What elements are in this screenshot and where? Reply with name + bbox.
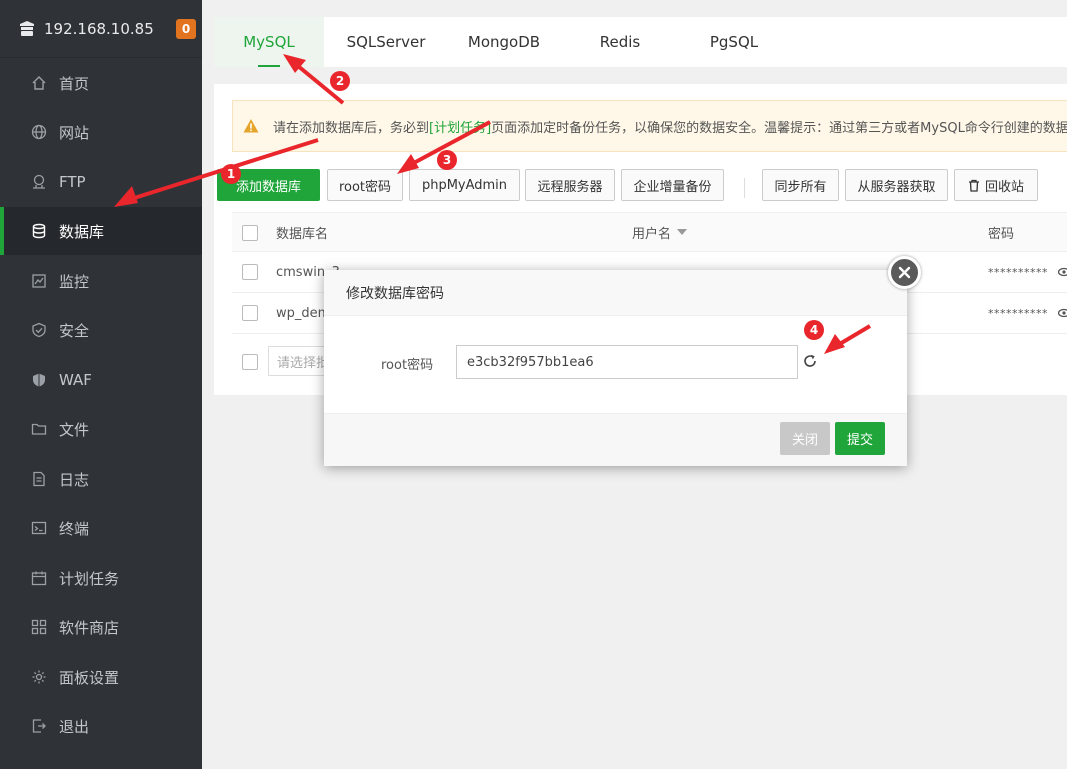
sidebar-item-security[interactable]: 安全 [0,306,202,354]
submit-button[interactable]: 提交 [835,422,885,455]
row-checkbox[interactable] [242,305,258,321]
tab-sqlserver[interactable]: SQLServer [336,17,436,67]
calendar-icon [30,569,48,587]
tab-mongodb[interactable]: MongoDB [454,17,554,67]
sidebar-item-website[interactable]: 网站 [0,108,202,156]
tab-mysql[interactable]: MySQL [214,17,324,67]
logout-icon [30,717,48,735]
sidebar-item-cron[interactable]: 计划任务 [0,554,202,602]
shield-icon [30,321,48,339]
row-db-name: wp_dem [276,305,331,321]
sidebar-item-store[interactable]: 软件商店 [0,603,202,651]
sidebar-item-label: FTP [59,173,86,191]
refresh-icon[interactable] [802,353,818,369]
row-password: ********** [988,306,1048,320]
dialog-close-icon[interactable] [888,256,921,289]
select-all-checkbox[interactable] [242,225,258,241]
notification-badge[interactable]: 0 [176,19,196,39]
recycle-bin-label: 回收站 [984,179,1024,195]
recycle-bin-button[interactable]: 回收站 [954,169,1038,201]
step-marker-4: 4 [804,320,824,340]
sidebar-item-label: 数据库 [59,222,105,241]
table-header: 数据库名 用户名 密码 [232,212,1067,252]
incremental-backup-button[interactable]: 企业增量备份 [621,169,724,201]
folder-icon [30,420,48,438]
database-icon [30,222,48,240]
root-password-button[interactable]: root密码 [327,169,403,201]
toolbar-divider [744,178,745,198]
notice-text-before: 请在添加数据库后，务必到 [273,120,430,136]
col-header-name: 数据库名 [276,226,329,242]
sidebar-item-label: 网站 [59,123,90,142]
sidebar-item-label: 软件商店 [59,618,120,637]
notice-text-after: 页面添加定时备份任务，以确保您的数据安全。温馨提示：通过第三方或者MySQL命令… [491,120,1067,136]
ftp-icon [30,173,48,191]
tab-redis[interactable]: Redis [570,17,670,67]
log-icon [30,470,48,488]
sync-all-button[interactable]: 同步所有 [762,169,839,201]
sidebar-item-label: 日志 [59,470,90,489]
sidebar-header: 192.168.10.85 [0,0,202,58]
sidebar-item-monitor[interactable]: 监控 [0,257,202,305]
col-header-password: 密码 [988,226,1015,242]
warning-icon [243,119,259,133]
server-host: 192.168.10.85 [44,19,154,38]
sort-down-icon [677,229,688,235]
terminal-icon [30,519,48,537]
eye-icon[interactable] [1058,307,1067,319]
row-password: ********** [988,265,1048,279]
sidebar-item-label: 计划任务 [59,569,120,588]
globe-icon [30,123,48,141]
step-marker-1: 1 [221,164,241,184]
cron-link[interactable]: [计划任务] [429,117,491,136]
sidebar-item-ftp[interactable]: FTP [0,158,202,206]
trash-icon [968,179,979,192]
tab-pgsql[interactable]: PgSQL [684,17,784,67]
sidebar-item-label: 文件 [59,420,90,439]
gear-icon [30,668,48,686]
grid-icon [30,618,48,636]
sidebar-item-label: 退出 [59,717,90,736]
fetch-from-server-button[interactable]: 从服务器获取 [845,169,948,201]
sidebar-item-settings[interactable]: 面板设置 [0,653,202,701]
sidebar-item-label: 监控 [59,272,90,291]
phpmyadmin-button[interactable]: phpMyAdmin [409,169,520,201]
waf-shield-icon [30,371,48,389]
col-header-user[interactable]: 用户名 [632,213,688,251]
col-header-user-label: 用户名 [632,226,672,242]
close-button[interactable]: 关闭 [780,422,830,455]
home-icon [30,74,48,92]
remote-server-button[interactable]: 远程服务器 [525,169,615,201]
step-marker-2: 2 [330,71,350,91]
root-password-label: root密码 [381,358,434,373]
eye-icon[interactable] [1058,266,1067,278]
sidebar-item-files[interactable]: 文件 [0,405,202,453]
sidebar: 192.168.10.85 0 首页 网站 FTP 数据库 监控 安全 WAF … [0,0,202,769]
sidebar-item-logs[interactable]: 日志 [0,455,202,503]
sidebar-item-waf[interactable]: WAF [0,356,202,404]
root-password-input[interactable]: e3cb32f957bb1ea6 [456,345,798,379]
database-type-tabs: MySQL SQLServer MongoDB Redis PgSQL [214,17,1067,67]
sidebar-item-database[interactable]: 数据库 [0,207,202,255]
sidebar-item-label: 面板设置 [59,668,120,687]
batch-checkbox[interactable] [242,354,258,370]
monitor-icon [30,272,48,290]
sidebar-item-label: 终端 [59,519,90,538]
row-checkbox[interactable] [242,264,258,280]
sidebar-item-label: 安全 [59,321,90,340]
sidebar-item-logout[interactable]: 退出 [0,702,202,750]
change-password-dialog: 修改数据库密码 root密码 e3cb32f957bb1ea6 关闭 提交 [324,270,907,466]
sidebar-item-home[interactable]: 首页 [0,59,202,107]
backup-notice: 请在添加数据库后，务必到 [计划任务] 页面添加定时备份任务，以确保您的数据安全。温… [232,100,1067,152]
step-marker-3: 3 [437,150,457,170]
server-icon [18,20,36,38]
sidebar-item-label: 首页 [59,74,90,93]
sidebar-item-terminal[interactable]: 终端 [0,504,202,552]
sidebar-item-label: WAF [59,371,92,389]
dialog-title: 修改数据库密码 [324,270,907,316]
